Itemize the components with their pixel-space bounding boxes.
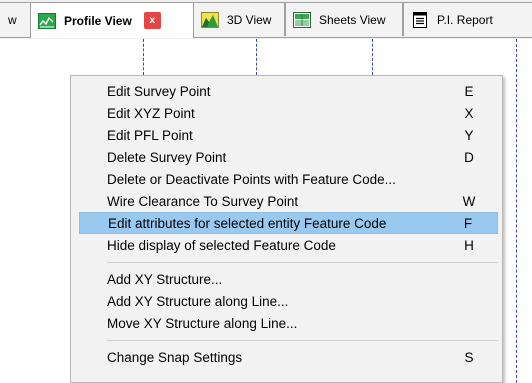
- tab-3d-view[interactable]: 3D View: [193, 2, 285, 36]
- menu-item-edit-survey-point[interactable]: Edit Survey Point E: [79, 80, 498, 102]
- menu-item-wire-clearance[interactable]: Wire Clearance To Survey Point W: [79, 190, 498, 212]
- menu-item-delete-deactivate-points[interactable]: Delete or Deactivate Points with Feature…: [79, 168, 498, 190]
- tab-pi-report-label: P.I. Report: [437, 12, 493, 27]
- guide-line: [516, 39, 517, 383]
- profile-chart-icon: [38, 12, 56, 29]
- tab-profile-view-label: Profile View: [64, 13, 132, 28]
- menu-item-hide-feature-code[interactable]: Hide display of selected Feature Code H: [79, 234, 498, 256]
- menu-item-move-xy-structure-along-line[interactable]: Move XY Structure along Line...: [79, 312, 498, 334]
- guide-line: [372, 39, 373, 75]
- close-icon: x: [149, 15, 156, 26]
- 3d-terrain-icon: [201, 11, 219, 28]
- tab-3d-view-label: 3D View: [227, 12, 272, 27]
- report-document-icon: [413, 11, 427, 28]
- menu-item-delete-survey-point[interactable]: Delete Survey Point D: [79, 146, 498, 168]
- menu-separator: [107, 340, 498, 341]
- tab-sheets-view[interactable]: Sheets View: [285, 2, 403, 36]
- tab-pi-report[interactable]: P.I. Report: [403, 2, 532, 36]
- menu-separator: [107, 262, 498, 263]
- context-menu: Edit Survey Point E Edit XYZ Point X Edi…: [70, 75, 503, 383]
- tab-profile-view[interactable]: Profile View x: [30, 2, 194, 38]
- guide-line: [256, 39, 257, 75]
- tab-bar: w Profile View x 3D View Sheets View P.I…: [0, 0, 532, 39]
- guide-line: [143, 39, 144, 75]
- menu-item-add-xy-structure-along-line[interactable]: Add XY Structure along Line...: [79, 290, 498, 312]
- tab-sheets-view-label: Sheets View: [319, 12, 386, 27]
- menu-item-edit-pfl-point[interactable]: Edit PFL Point Y: [79, 124, 498, 146]
- sheets-icon: [293, 11, 311, 28]
- menu-item-change-snap-settings[interactable]: Change Snap Settings S: [79, 346, 498, 368]
- menu-item-add-xy-structure[interactable]: Add XY Structure...: [79, 268, 498, 290]
- tab-partial-label: w: [8, 12, 17, 27]
- menu-item-edit-xyz-point[interactable]: Edit XYZ Point X: [79, 102, 498, 124]
- close-tab-button[interactable]: x: [143, 12, 161, 29]
- menu-item-edit-attributes-feature-code[interactable]: Edit attributes for selected entity Feat…: [79, 212, 498, 234]
